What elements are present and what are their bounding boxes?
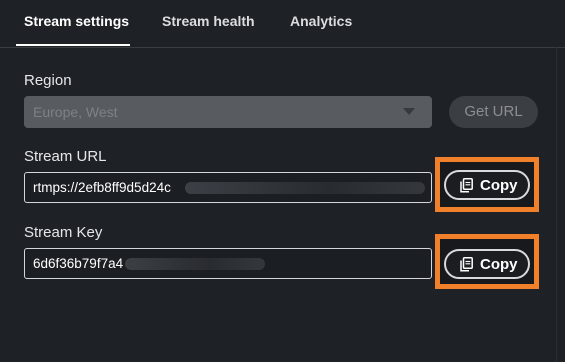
stream-url-value: rtmps://2efb8ff9d5d24c — [33, 180, 171, 195]
region-select[interactable]: Europe, West — [24, 96, 432, 128]
copy-button-label: Copy — [480, 177, 518, 194]
tab-bar: Stream settings Stream health Analytics — [0, 0, 565, 48]
active-tab-indicator — [16, 44, 130, 46]
stream-key-field[interactable]: 6d6f36b79f7a4 — [24, 248, 432, 279]
redacted-text — [185, 182, 425, 194]
stream-url-field[interactable]: rtmps://2efb8ff9d5d24c — [24, 172, 432, 203]
tab-stream-health[interactable]: Stream health — [162, 13, 255, 29]
region-label: Region — [24, 72, 72, 89]
stream-url-label: Stream URL — [24, 148, 107, 165]
copy-stream-key-button[interactable]: Copy — [444, 249, 530, 279]
copy-icon — [460, 178, 473, 193]
copy-button-label: Copy — [480, 256, 518, 273]
panel-divider — [556, 47, 557, 362]
stream-key-label: Stream Key — [24, 224, 103, 241]
copy-icon — [460, 257, 473, 272]
copy-stream-url-button[interactable]: Copy — [444, 170, 530, 200]
tab-stream-settings[interactable]: Stream settings — [24, 13, 129, 29]
region-select-value: Europe, West — [33, 104, 118, 120]
redacted-text — [125, 258, 265, 270]
chevron-down-icon — [403, 108, 415, 115]
copy-highlight-frame: Copy — [435, 234, 539, 289]
get-url-button[interactable]: Get URL — [449, 96, 538, 128]
stream-key-value: 6d6f36b79f7a4 — [33, 256, 124, 271]
copy-highlight-frame: Copy — [435, 157, 539, 212]
tab-analytics[interactable]: Analytics — [290, 13, 352, 29]
